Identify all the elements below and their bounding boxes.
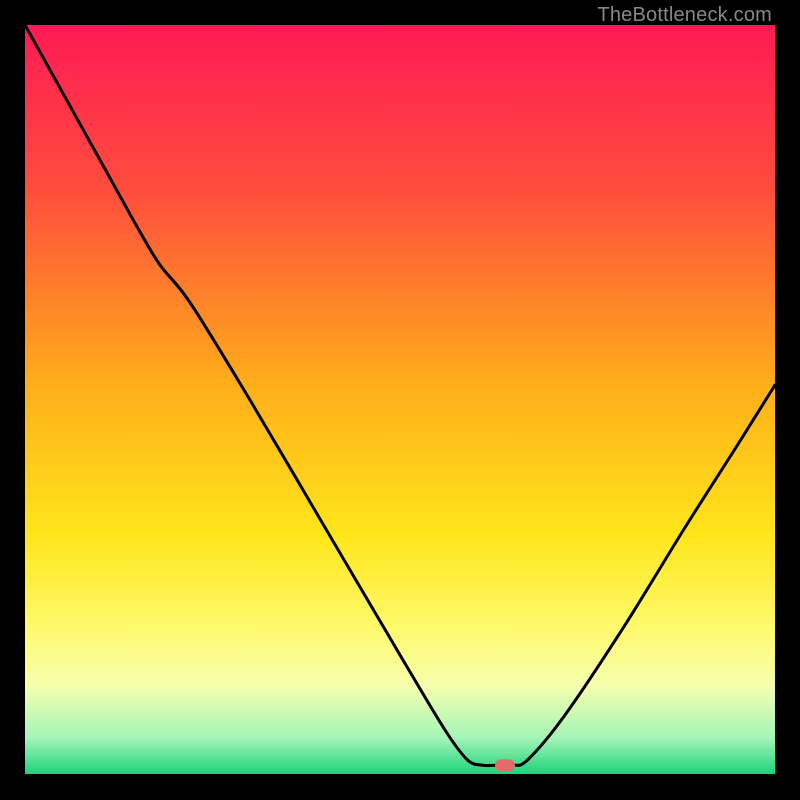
chart-svg (25, 25, 775, 775)
chart-background (25, 25, 775, 775)
watermark-text: TheBottleneck.com (597, 4, 772, 27)
chart-container: TheBottleneck.com (0, 0, 800, 800)
optimal-marker (495, 759, 515, 771)
plot-area (25, 25, 775, 775)
